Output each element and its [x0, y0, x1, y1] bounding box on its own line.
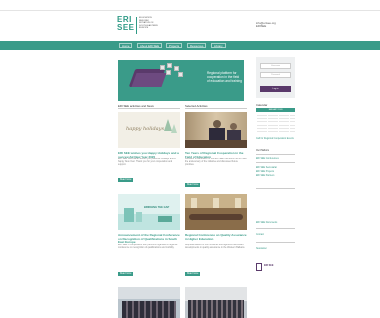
read-more-button[interactable]: Read more [118, 178, 134, 182]
sidebar-link-secretariat[interactable]: ERI SEE Secretariat [256, 167, 277, 170]
sidebar-link-documents[interactable]: ERI SEE Documents [256, 222, 277, 225]
card-image-meeting[interactable] [185, 112, 247, 148]
nav-item-library[interactable]: Library [211, 43, 226, 48]
sidebar-link-newsletter[interactable]: Newsletter [256, 248, 267, 251]
cube-icon [167, 63, 172, 68]
hero-text: Regional platform for cooperation in the… [207, 71, 242, 83]
sidebar-logo[interactable]: ERI SEE [256, 263, 273, 273]
calendar-day-cell[interactable] [267, 129, 273, 132]
password-field[interactable]: Password [260, 72, 291, 78]
sidebar-divider [256, 188, 295, 189]
tree-icon [171, 124, 177, 133]
person-head [213, 120, 221, 128]
table [185, 140, 247, 148]
calendar-day-cell[interactable] [262, 129, 267, 132]
sidebar-link-conferences[interactable]: ERI SEE Conferences [256, 158, 279, 161]
calendar-heading: Calendar [256, 103, 268, 107]
group-of-people [188, 300, 244, 318]
nav-item-resources[interactable]: Resources [187, 43, 207, 48]
login-button[interactable]: Log in [260, 86, 291, 92]
sidebar-divider [256, 162, 295, 163]
calendar-day-cell[interactable] [256, 129, 262, 132]
sidebar-link-partners[interactable]: ERI SEE Partners [256, 175, 274, 178]
calendar-day-cell[interactable] [278, 129, 284, 132]
nav-item-about[interactable]: About ERI SEE [137, 43, 163, 48]
sidebar-logo-text: ERI SEE [264, 264, 274, 267]
cube-icon [166, 70, 171, 75]
nav-item-projects[interactable]: Projects [166, 43, 183, 48]
group-of-people [122, 301, 176, 318]
sky [118, 287, 180, 299]
card-excerpt: ERI SEE in cooperation with partners org… [118, 244, 178, 249]
bridge-icon [158, 216, 172, 222]
header-contact: info@erisee.org ERISEE [256, 21, 276, 29]
calendar-day-cell[interactable] [289, 129, 295, 132]
nav-item-home[interactable]: Home [119, 43, 133, 48]
calendar-month[interactable]: JANUARY 2020 [256, 108, 295, 112]
read-more-button[interactable]: Read more [185, 183, 201, 187]
logo-text: ERI SEE [117, 16, 135, 32]
window [191, 198, 197, 208]
cube-icon [160, 65, 165, 70]
section-divider [185, 108, 247, 109]
banner-text: BRIDGING THE GAP [144, 206, 170, 209]
sidebar-link-projects[interactable]: ERI SEE Projects [256, 171, 274, 174]
sidebar-link-events[interactable]: Call for Regional Cooperation Events [256, 138, 296, 141]
building-icon [124, 208, 134, 222]
card-image-conference[interactable]: BRIDGING THE GAP [118, 194, 180, 230]
conference-table [189, 214, 243, 220]
book-illustration-front [131, 73, 167, 87]
card-image-hall[interactable] [185, 194, 247, 230]
sidebar-divider [256, 228, 295, 229]
card-image-holidays[interactable]: happy holidays [118, 112, 180, 148]
sidebar-link-contact[interactable]: Contact [256, 234, 264, 237]
sidebar-divider [256, 154, 295, 155]
logo-subtitle: EDUCATION REFORM INITIATIVE OF SOUTH EAS… [139, 17, 158, 30]
top-divider [0, 10, 380, 11]
read-more-button[interactable]: Read more [185, 272, 201, 276]
document-icon [256, 263, 262, 271]
login-box: Username Password Log in [256, 57, 295, 98]
calendar-day-cell[interactable] [273, 129, 278, 132]
main-navigation: Home About ERI SEE Projects Resources Li… [0, 41, 380, 50]
card-image-group-photo[interactable] [118, 287, 180, 318]
hero-banner: Regional platform for cooperation in the… [118, 60, 244, 101]
window [235, 198, 241, 208]
card-image-group-photo[interactable] [185, 287, 247, 318]
card-excerpt: Representatives of the ministries and ag… [185, 244, 246, 249]
read-more-button[interactable]: Read more [118, 272, 134, 276]
holiday-script-text: happy holidays [126, 126, 165, 132]
wall [185, 287, 247, 301]
site-logo[interactable]: ERI SEE EDUCATION REFORM INITIATIVE OF S… [117, 16, 162, 36]
window [213, 198, 219, 208]
card-excerpt: ERI SEE Secretariat wishes you peaceful … [118, 158, 176, 166]
card-excerpt: Ministers of Education of the ERI SEE me… [185, 158, 247, 166]
cube-icon [178, 72, 183, 77]
logo-divider [136, 17, 137, 34]
person-head [230, 123, 237, 130]
card-title[interactable]: Announcement of the Regional Conference … [118, 233, 180, 245]
calendar-widget: JANUARY 2020 [256, 108, 295, 132]
username-field[interactable]: Username [260, 63, 291, 69]
building-icon [136, 212, 142, 222]
sidebar-heading-platform: Our Platform [256, 150, 270, 152]
card-title[interactable]: Regional Conference on Quality Assurance… [185, 233, 247, 241]
cube-icon [174, 66, 179, 71]
sidebar-divider [256, 242, 295, 243]
calendar-day-cell[interactable] [284, 129, 289, 132]
logo-line-2: SEE [117, 23, 135, 32]
section-divider [118, 108, 180, 109]
